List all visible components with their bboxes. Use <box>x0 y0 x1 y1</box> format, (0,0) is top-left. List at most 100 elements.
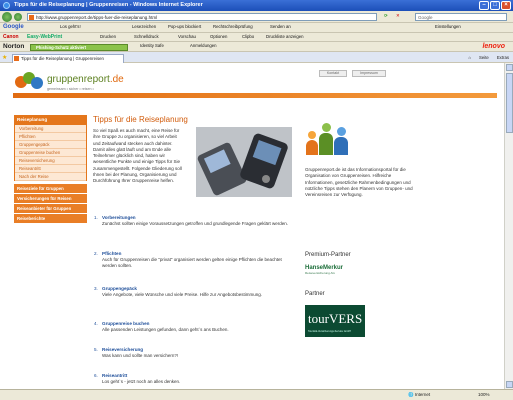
print-list-button[interactable]: Druckliste anzeigen <box>266 33 304 41</box>
item-text: Viele Angebote, viele Wünsche und viele … <box>102 292 263 297</box>
nav-cat-reiseberichte[interactable]: Reiseberichte <box>14 214 87 223</box>
quickprint-button[interactable]: Schnelldruck <box>134 33 159 41</box>
header-orange-bar <box>13 93 497 98</box>
preview-button[interactable]: Vorschau <box>178 33 196 41</box>
tab-favicon-icon <box>14 56 19 61</box>
logo-tld: .de <box>109 74 124 85</box>
item-number: 3. <box>94 286 98 291</box>
maximize-button[interactable]: □ <box>490 1 500 10</box>
identity-safe-button[interactable]: Identity Safe <box>140 42 164 50</box>
google-toolbar: Google Los geht's! Lesezeichen Pop-ups b… <box>0 23 513 33</box>
partner-heading: Partner <box>305 291 325 297</box>
norton-toolbar: Norton Phishing-Schutz aktiviert Identit… <box>0 42 513 52</box>
list-item: 2. Pflichten Auch für Gruppenreisen die … <box>93 251 293 286</box>
popup-blocked-button[interactable]: Pop-ups blockiert <box>168 23 201 31</box>
tab-active[interactable]: Tipps für die Reiseplanung | Gruppenreis… <box>12 54 124 63</box>
topic-list: 1. Vorbereitungen Zunächst sollten einig… <box>93 215 293 389</box>
print-button[interactable]: Drucken <box>100 33 116 41</box>
scroll-thumb[interactable] <box>506 73 513 133</box>
main-content: Tipps für die Reiseplanung So viel Spaß … <box>93 115 293 384</box>
item-text: Los geht`s - jetzt noch an alles denken. <box>102 379 181 384</box>
website: gruppenreport.de gemeinsam • sicher • re… <box>9 63 503 389</box>
scroll-up-icon[interactable] <box>506 64 513 71</box>
stop-icon[interactable]: ✕ <box>396 12 400 20</box>
nav-item-pflichten[interactable]: Pflichten <box>15 133 86 141</box>
settings-button[interactable]: Einstellungen <box>435 23 461 31</box>
favorites-star-icon[interactable]: ★ <box>2 54 7 61</box>
logins-button[interactable]: Anmeldungen <box>190 42 217 50</box>
list-item: 3. Gruppengepäck Viele Angebote, viele W… <box>93 286 293 321</box>
page-menu[interactable]: Seite <box>479 53 489 62</box>
nav-item-gruppenreise-buchen[interactable]: Gruppenreise buchen <box>15 149 86 157</box>
tools-menu[interactable]: Extras <box>497 53 509 62</box>
home-icon[interactable]: ⌂ <box>468 53 471 62</box>
left-navigation: Reiseplanung Vorbereitung Pflichten Grup… <box>14 115 87 223</box>
vertical-scrollbar[interactable] <box>504 63 513 389</box>
lenovo-logo: lenovo <box>482 43 505 50</box>
article-photo <box>196 127 292 197</box>
url-field[interactable]: http://www.gruppenreport.de/tipps-fuer-d… <box>27 13 377 21</box>
item-text: Auch für Gruppenreisen die "privat" orga… <box>102 257 282 269</box>
clip-button[interactable]: Clipbo <box>242 33 254 41</box>
options-button[interactable]: Optionen <box>210 33 227 41</box>
item-number: 2. <box>94 251 98 256</box>
list-item: 1. Vorbereitungen Zunächst sollten einig… <box>93 215 293 251</box>
premium-partner-heading: Premium-Partner <box>305 252 351 258</box>
forward-icon[interactable] <box>14 13 22 21</box>
nav-item-reiseantritt[interactable]: Reiseantritt <box>15 165 86 173</box>
tab-bar: ★ Tipps für die Reiseplanung | Gruppenre… <box>0 52 513 63</box>
site-description: Gruppenreport.de ist das Informationspor… <box>305 167 413 198</box>
logo-tagline: gemeinsam • sicher • reisen • <box>47 87 94 91</box>
nav-section-reiseplanung[interactable]: Reiseplanung <box>14 115 87 125</box>
back-icon[interactable] <box>2 12 12 22</box>
contact-link[interactable]: Kontakt <box>319 70 347 77</box>
page-viewport: gruppenreport.de gemeinsam • sicher • re… <box>0 63 504 389</box>
spellcheck-button[interactable]: Rechtschreibprüfung <box>213 23 253 31</box>
easy-webprint-label: Easy-WebPrint <box>27 34 63 40</box>
favicon-icon <box>29 15 34 20</box>
internet-zone: 🌐 Internet <box>408 392 431 397</box>
bookmarks-button[interactable]: Lesezeichen <box>132 23 156 31</box>
canon-toolbar: Canon Easy-WebPrint Drucken Schnelldruck… <box>0 33 513 42</box>
google-logo: Google <box>3 24 24 30</box>
phishing-status[interactable]: Phishing-Schutz aktiviert <box>30 44 128 51</box>
window-titlebar: Tipps für die Reiseplanung | Gruppenreis… <box>0 0 513 11</box>
ie-logo-icon <box>3 2 10 9</box>
intro-text: So viel Spaß es auch macht, eine Reise f… <box>93 128 182 184</box>
nav-cat-reiseziele[interactable]: Reiseziele für Gruppen <box>14 184 87 193</box>
tourvers-sub: Touristik-Versicherungs-Service GmbH <box>308 330 351 333</box>
minimize-button[interactable]: – <box>479 1 489 10</box>
item-number: 4. <box>94 321 98 326</box>
nav-item-gruppengepaeck[interactable]: Gruppengepäck <box>15 141 86 149</box>
imprint-link[interactable]: Impressum <box>352 70 386 77</box>
google-go-button[interactable]: Los geht's! <box>60 23 81 31</box>
list-item: 6. Reiseantritt Los geht`s - jetzt noch … <box>93 373 293 389</box>
item-text: Was kann und sollte man versichern?! <box>102 353 179 358</box>
scroll-down-icon[interactable] <box>506 381 513 388</box>
status-bar: 🌐 Internet 100% <box>0 389 513 400</box>
list-item: 4. Gruppenreise buchen Alle passenden Le… <box>93 321 293 347</box>
zone-label: Internet <box>414 392 431 397</box>
logo-wordmark: gruppenreport <box>47 74 110 85</box>
item-number: 5. <box>94 347 98 352</box>
list-item: 5. Reiseversicherung Was kann und sollte… <box>93 347 293 373</box>
tourvers-logo[interactable]: tourVERS Touristik-Versicherungs-Service… <box>305 305 365 337</box>
zoom-level[interactable]: 100% <box>478 390 490 400</box>
nav-cat-reiseanbieter[interactable]: Reiseanbieter für Gruppen <box>14 204 87 213</box>
tourvers-wordmark: tourVERS <box>308 311 363 326</box>
item-text: Zunächst sollten einige Voraussetzungen … <box>102 221 289 226</box>
nav-item-vorbereitung[interactable]: Vorbereitung <box>15 125 86 133</box>
nav-item-nach-der-reise[interactable]: Nach der Reise <box>15 173 86 181</box>
close-button[interactable]: × <box>501 1 511 10</box>
refresh-icon[interactable]: ⟳ <box>384 12 388 20</box>
hansemerkur-sub: Reiseversicherung AG <box>305 271 335 275</box>
send-to-button[interactable]: Senden an <box>270 23 291 31</box>
address-bar: http://www.gruppenreport.de/tipps-fuer-d… <box>0 11 513 23</box>
nav-cat-versicherungen[interactable]: Versicherungen für Reisen <box>14 194 87 203</box>
people-group-icon <box>305 115 353 155</box>
logo-circles-icon <box>15 72 45 92</box>
hansemerkur-logo[interactable]: HanseMerkur Reiseversicherung AG <box>305 265 355 279</box>
window-title: Tipps für die Reiseplanung | Gruppenreis… <box>14 2 203 8</box>
nav-item-reiseversicherung[interactable]: Reiseversicherung <box>15 157 86 165</box>
search-input[interactable]: Google <box>415 13 507 21</box>
